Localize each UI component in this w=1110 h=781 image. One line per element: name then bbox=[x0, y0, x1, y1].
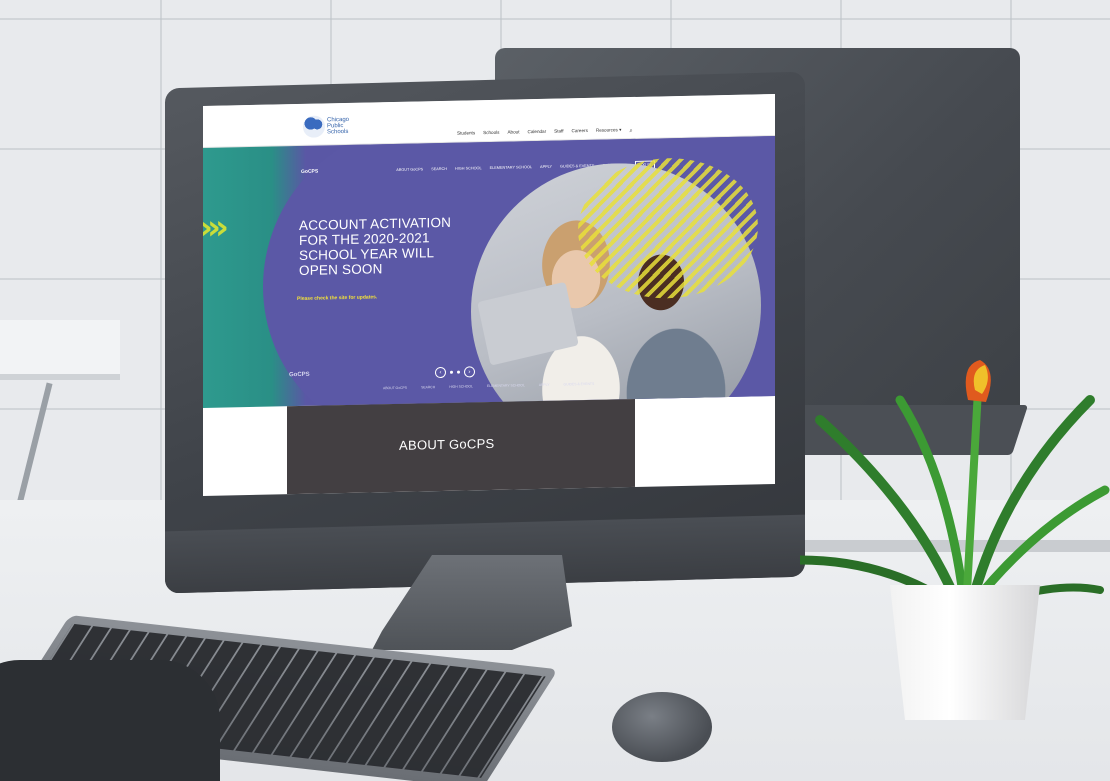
hero-title: ACCOUNT ACTIVATION FOR THE 2020-2021 SCH… bbox=[299, 214, 452, 278]
bottom-link-elementary[interactable]: ELEMENTARY SCHOOL bbox=[487, 383, 525, 388]
chevron-right-icon[interactable]: › bbox=[464, 366, 475, 378]
gocps-watermark: GoCPS bbox=[289, 371, 310, 379]
subnav-search[interactable]: SEARCH bbox=[431, 167, 447, 171]
magic-mouse bbox=[612, 692, 712, 762]
carousel-dot[interactable] bbox=[450, 370, 453, 374]
chevron-left-icon[interactable]: ‹ bbox=[435, 366, 446, 379]
cps-logo[interactable]: Chicago Public Schools bbox=[303, 113, 361, 140]
nav-item-staff[interactable]: Staff bbox=[554, 128, 563, 136]
carousel-dot[interactable] bbox=[457, 370, 460, 374]
nav-item-resources[interactable]: Resources ▾ bbox=[596, 127, 622, 136]
nav-item-calendar[interactable]: Calendar bbox=[528, 129, 547, 137]
gocps-brand[interactable]: GoCPS bbox=[301, 169, 318, 175]
cps-logo-icon bbox=[303, 115, 325, 138]
chevrons-decoration-icon: ››› bbox=[203, 207, 224, 249]
bottom-link-search[interactable]: SEARCH bbox=[421, 385, 435, 389]
bottom-link-about[interactable]: ABOUT GoCPS bbox=[383, 386, 407, 391]
subnav-apply[interactable]: APPLY bbox=[540, 165, 552, 169]
subnav-about[interactable]: ABOUT GoCPS bbox=[396, 167, 423, 172]
bottom-link-guides[interactable]: GUIDES & EVENTS bbox=[564, 382, 595, 387]
bottom-link-high-school[interactable]: HIGH SCHOOL bbox=[449, 384, 473, 388]
nav-item-schools[interactable]: Schools bbox=[483, 130, 499, 138]
nav-item-students[interactable]: Students bbox=[457, 130, 475, 138]
bottom-link-apply[interactable]: APPLY bbox=[539, 383, 550, 387]
carousel-controls: ‹ › bbox=[435, 366, 475, 379]
potted-plant bbox=[800, 360, 1110, 615]
website-screen: Chicago Public Schools Students Schools … bbox=[203, 94, 775, 496]
about-title: ABOUT GoCPS bbox=[399, 435, 495, 453]
search-icon[interactable]: ⌕ bbox=[629, 127, 632, 135]
nav-item-about[interactable]: About bbox=[507, 129, 519, 137]
office-chair bbox=[0, 660, 220, 781]
hero-banner: ››› GoCPS ABOUT GoCPS SEARCH HIGH SCHOOL… bbox=[203, 136, 775, 408]
main-nav: Students Schools About Calendar Staff Ca… bbox=[457, 127, 633, 139]
nav-item-careers[interactable]: Careers bbox=[572, 128, 588, 136]
plant-pot bbox=[890, 585, 1040, 720]
side-table bbox=[0, 320, 120, 380]
cps-logo-text: Chicago Public Schools bbox=[327, 116, 350, 136]
subnav-elementary[interactable]: ELEMENTARY SCHOOL bbox=[490, 165, 532, 170]
subnav-high-school[interactable]: HIGH SCHOOL bbox=[455, 166, 482, 171]
